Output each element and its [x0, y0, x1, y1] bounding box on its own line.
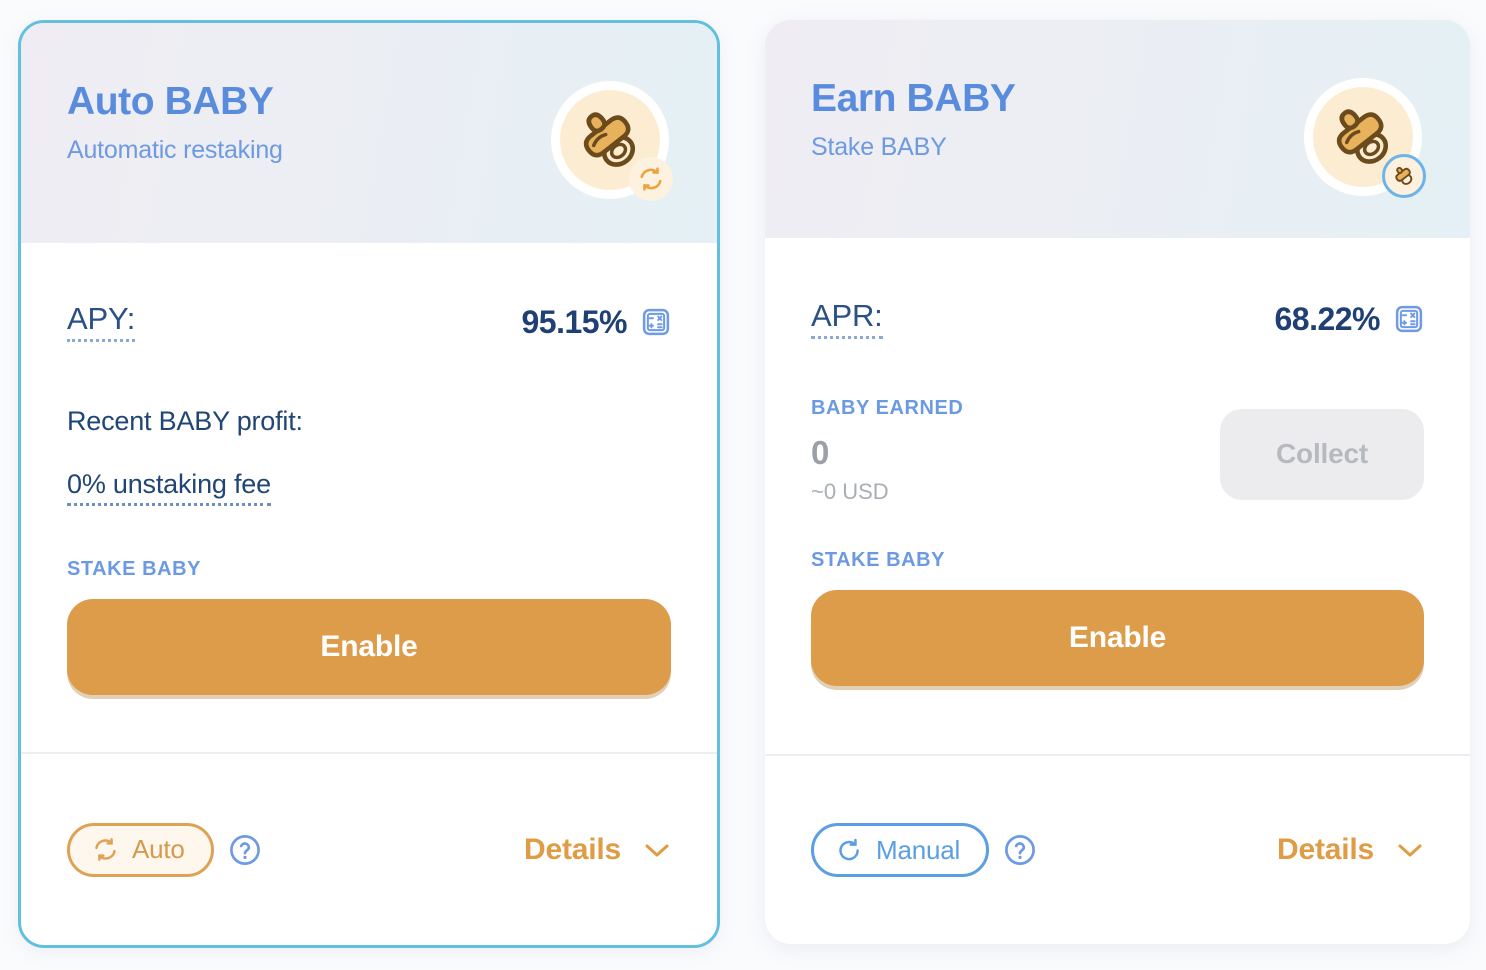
auto-baby-card-footer: Auto Details — [21, 752, 717, 945]
auto-mode-pill[interactable]: Auto — [67, 822, 214, 877]
refresh-badge-icon — [629, 157, 673, 201]
apr-label[interactable]: APR: — [811, 299, 883, 339]
details-label: Details — [524, 832, 621, 866]
details-label: Details — [1277, 833, 1374, 866]
apr-value: 68.22% — [1274, 300, 1380, 337]
chevron-down-icon — [645, 844, 669, 856]
earn-baby-card-footer: Manual Details — [765, 754, 1470, 944]
apy-value-group: 95.15% — [521, 304, 671, 341]
stake-section: STAKE BABY Enable — [811, 549, 1424, 686]
footer-left-group: Manual — [811, 823, 1037, 877]
auto-refresh-icon — [95, 838, 116, 861]
enable-button[interactable]: Enable — [811, 589, 1424, 686]
manual-mode-pill[interactable]: Manual — [811, 823, 990, 877]
auto-baby-card-body: APY: 95.15% Recent BABY profit: 0% unsta… — [21, 243, 717, 752]
manual-refresh-icon — [839, 838, 859, 860]
earn-baby-token-icon — [1304, 78, 1426, 198]
stake-baby-label: STAKE BABY — [67, 557, 202, 580]
help-circle-icon[interactable] — [228, 833, 262, 867]
collect-button[interactable]: Collect — [1220, 408, 1424, 500]
auto-baby-card-header: Auto BABY Automatic restaking — [21, 23, 717, 243]
apy-value: 95.15% — [521, 303, 627, 340]
auto-baby-card[interactable]: Auto BABY Automatic restaking APY: 95.15… — [18, 20, 720, 948]
details-toggle[interactable]: Details — [524, 833, 671, 867]
recent-profit-label: Recent BABY profit: — [67, 405, 303, 436]
calculator-icon[interactable] — [641, 307, 671, 337]
stake-section: STAKE BABY Enable — [67, 558, 671, 695]
unstaking-fee-link[interactable]: 0% unstaking fee — [67, 469, 271, 506]
help-circle-icon[interactable] — [1003, 833, 1037, 867]
stake-baby-label: STAKE BABY — [811, 548, 946, 571]
footer-left-group: Auto — [67, 822, 262, 877]
earn-baby-card-header: Earn BABY Stake BABY — [765, 20, 1470, 238]
earn-baby-card-body: APR: 68.22% BABY EARNED 0 ~0 USD Collect — [765, 238, 1470, 754]
baby-earned-section: BABY EARNED 0 ~0 USD Collect — [811, 397, 1424, 509]
enable-button[interactable]: Enable — [67, 598, 671, 695]
pacifier-badge-icon — [1382, 154, 1426, 198]
apy-label[interactable]: APY: — [67, 302, 135, 342]
auto-mode-label: Auto — [132, 834, 185, 864]
apr-value-group: 68.22% — [1274, 301, 1424, 338]
pools-view: Auto BABY Automatic restaking APY: 95.15… — [0, 0, 1486, 970]
chevron-down-icon — [1398, 844, 1422, 857]
apy-row: APY: 95.15% — [67, 302, 671, 342]
calculator-icon[interactable] — [1394, 304, 1424, 334]
details-toggle[interactable]: Details — [1277, 833, 1424, 867]
apr-row: APR: 68.22% — [811, 299, 1424, 339]
manual-mode-label: Manual — [876, 834, 961, 865]
pacifier-small-icon — [1395, 166, 1413, 185]
earn-baby-card[interactable]: Earn BABY Stake BABY APR: 68.22% BABY EA… — [765, 20, 1470, 944]
auto-baby-token-icon — [551, 81, 673, 201]
